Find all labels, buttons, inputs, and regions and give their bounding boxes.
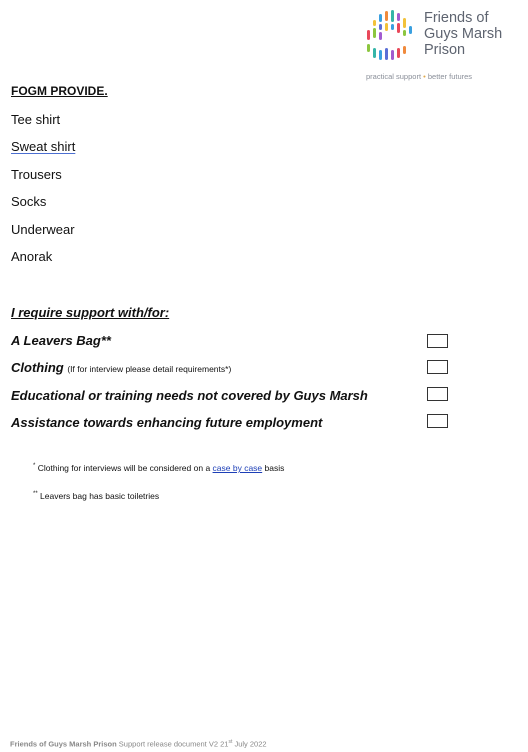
logo-dot [403, 18, 406, 28]
footer-sup: st [228, 739, 233, 745]
provide-item-underwear: Underwear [11, 222, 75, 237]
require-item-education: Educational or training needs not covere… [11, 388, 368, 403]
footnote-mark-1: * [33, 463, 36, 470]
logo-dot [403, 30, 406, 36]
logo-dot [367, 44, 370, 52]
tagline-right: better futures [427, 72, 473, 81]
provide-item-trousers: Trousers [11, 167, 62, 182]
education-checkbox[interactable] [427, 387, 448, 401]
require-label-leavers-bag: A Leavers Bag** [11, 333, 111, 348]
logo-dot [379, 32, 382, 40]
logo-dot [373, 48, 376, 58]
require-label-employment: Assistance towards enhancing future empl… [11, 415, 323, 430]
require-item-employment: Assistance towards enhancing future empl… [11, 415, 322, 430]
require-label-education: Educational or training needs not covere… [11, 388, 368, 403]
logo-dot [409, 26, 412, 34]
case-by-case-link[interactable]: case by case [213, 463, 263, 473]
logo-dot [391, 50, 394, 60]
logo-dot [397, 48, 400, 58]
tagline-separator: • [423, 72, 426, 81]
provide-item-anorak: Anorak [11, 249, 53, 264]
footnote-1-pre: Clothing for interviews will be consider… [37, 463, 211, 473]
footer-doc: Support release document V2 21 [118, 739, 229, 749]
logo-dots-icon [367, 10, 412, 60]
logo-tagline: practical support • better futures [366, 72, 472, 81]
logo-dot [379, 14, 382, 22]
document-footer: Friends of Guys Marsh Prison Support rel… [10, 739, 267, 749]
clothing-note: (If for interview please detail requirem… [67, 364, 232, 374]
logo-dot [397, 23, 400, 33]
fogm-logo: Friends of Guys Marsh Prison practical s… [362, 8, 524, 84]
footer-date: July 2022 [234, 739, 267, 749]
logo-dot [379, 24, 382, 30]
footnote-1-post: basis [264, 463, 285, 473]
footer-org: Friends of Guys Marsh Prison [10, 739, 117, 749]
require-item-leavers-bag: A Leavers Bag** [11, 333, 111, 348]
logo-line-1: Friends of [424, 10, 489, 26]
tagline-left: practical support [366, 72, 422, 81]
provide-item-socks: Socks [11, 194, 47, 209]
logo-dot [403, 46, 406, 54]
footnote-mark-2: ** [33, 491, 38, 498]
leavers-bag-checkbox[interactable] [427, 334, 448, 348]
logo-line-2: Guys Marsh [424, 26, 503, 42]
logo-dot [391, 24, 394, 30]
footnote-leavers-bag: ** Leavers bag has basic toiletries [33, 491, 159, 501]
require-label-clothing: Clothing [11, 360, 64, 375]
logo-dot [397, 13, 400, 21]
logo-dot [379, 50, 382, 60]
logo-dot [385, 23, 388, 31]
clothing-checkbox[interactable] [427, 360, 448, 374]
require-heading: I require support with/for: [11, 305, 170, 320]
logo-dot [367, 30, 370, 40]
logo-dot [385, 11, 388, 21]
provide-item-tee-shirt: Tee shirt [11, 112, 61, 127]
provide-heading: FOGM PROVIDE. [11, 84, 108, 98]
logo-line-3: Prison [424, 42, 466, 58]
provide-item-sweat-shirt: Sweat shirt [11, 139, 76, 154]
footnote-clothing: * Clothing for interviews will be consid… [33, 463, 284, 473]
logo-dot [391, 10, 394, 22]
logo-dot [373, 28, 376, 38]
employment-checkbox[interactable] [427, 414, 448, 428]
logo-dot [385, 48, 388, 60]
logo-text: Friends of Guys Marsh Prison [424, 10, 502, 58]
require-item-clothing: Clothing (If for interview please detail… [11, 360, 231, 375]
footnote-2-text: Leavers bag has basic toiletries [40, 491, 160, 501]
logo-dot [373, 20, 376, 26]
